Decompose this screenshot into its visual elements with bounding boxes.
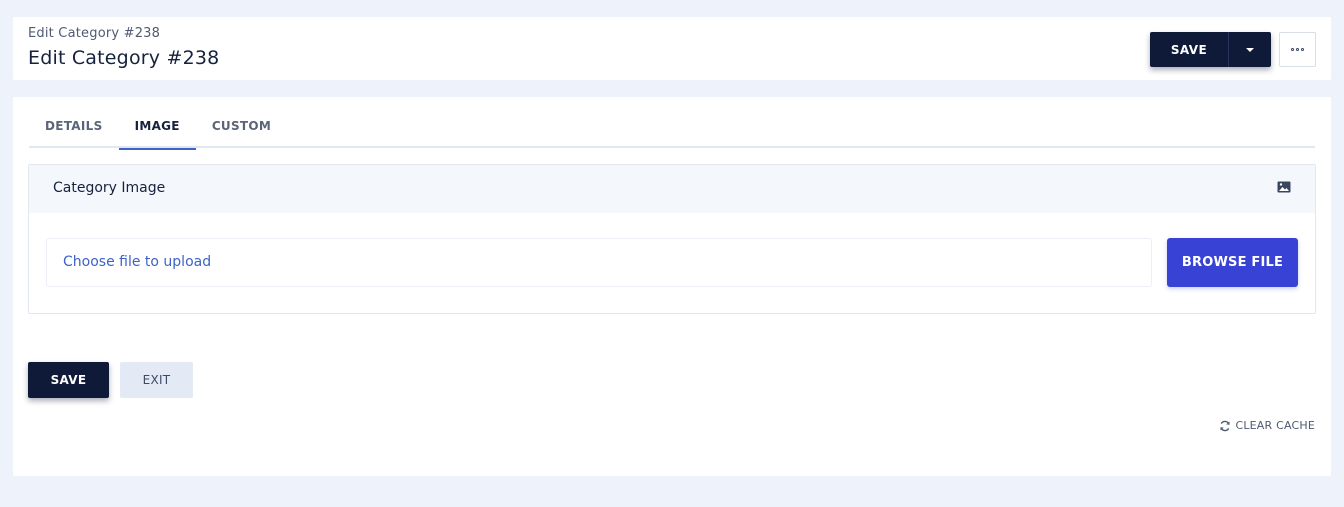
page-title: Edit Category #238 xyxy=(28,47,220,69)
clear-cache-label: CLEAR CACHE xyxy=(1235,419,1315,432)
more-options-button[interactable] xyxy=(1279,32,1316,67)
exit-button[interactable]: EXIT xyxy=(120,362,193,398)
breadcrumb[interactable]: Edit Category #238 xyxy=(28,26,160,41)
save-button[interactable]: SAVE xyxy=(28,362,109,398)
edit-form-card: DETAILS IMAGE CUSTOM Category Image Choo… xyxy=(13,97,1331,476)
page-header: Edit Category #238 Edit Category #238 SA… xyxy=(13,17,1331,80)
image-icon xyxy=(1277,181,1291,193)
header-save-split-button: SAVE xyxy=(1150,32,1271,67)
category-image-panel: Category Image Choose file to upload BRO… xyxy=(28,164,1316,314)
caret-down-icon xyxy=(1246,47,1254,52)
more-dots-icon xyxy=(1291,48,1294,51)
clear-cache-link[interactable]: CLEAR CACHE xyxy=(1219,419,1315,432)
header-save-button[interactable]: SAVE xyxy=(1150,32,1229,67)
tab-bar: DETAILS IMAGE CUSTOM xyxy=(29,112,1315,150)
refresh-icon xyxy=(1220,420,1231,431)
panel-header: Category Image xyxy=(29,165,1315,213)
tab-custom[interactable]: CUSTOM xyxy=(196,112,287,148)
browse-file-button[interactable]: BROWSE FILE xyxy=(1167,238,1298,287)
tab-details[interactable]: DETAILS xyxy=(29,112,119,148)
panel-title: Category Image xyxy=(53,180,166,196)
tab-image[interactable]: IMAGE xyxy=(118,112,197,150)
file-upload-input[interactable]: Choose file to upload xyxy=(46,238,1152,287)
save-options-dropdown[interactable] xyxy=(1229,32,1271,67)
